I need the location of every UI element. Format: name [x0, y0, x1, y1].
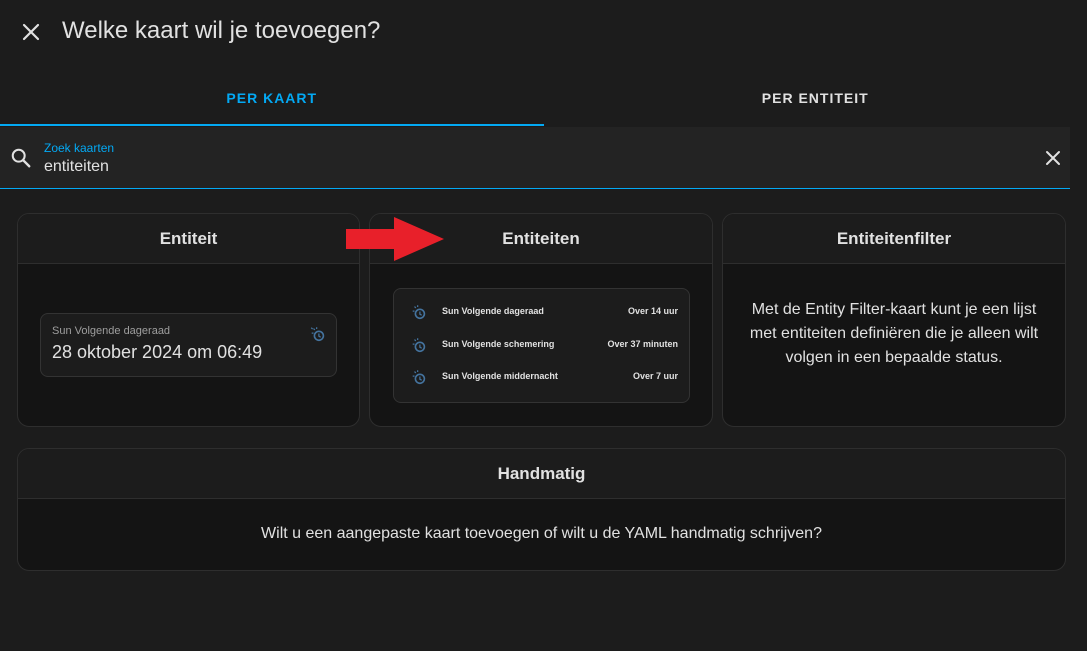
entity-name: Sun Volgende dageraad — [52, 325, 171, 337]
dialog-title: Welke kaart wil je toevoegen? — [62, 17, 381, 44]
entity-row: Sun Volgende middernacht Over 7 uur — [394, 365, 689, 389]
weather-sunset-icon — [310, 327, 325, 342]
weather-sunset-icon — [412, 305, 426, 320]
tab-per-card[interactable]: PER KAART — [0, 70, 544, 126]
red-arrow-icon — [346, 217, 444, 261]
clear-search-icon[interactable] — [1043, 148, 1063, 168]
entity-row-value: Over 14 uur — [627, 306, 678, 316]
entity-row-name: Sun Volgende dageraad — [442, 306, 544, 316]
tab-per-entity[interactable]: PER ENTITEIT — [544, 70, 1087, 126]
search-icon — [11, 148, 31, 168]
close-button[interactable] — [18, 19, 44, 45]
entities-preview-tile: Sun Volgende dageraad Over 14 uur Sun Vo… — [393, 288, 690, 403]
card-description: Met de Entity Filter-kaart kunt je een l… — [749, 301, 1039, 366]
search-label: Zoek kaarten — [44, 141, 115, 155]
card-entity[interactable]: Entiteit Sun Volgende dageraad 28 oktobe… — [17, 213, 360, 427]
dialog-header: Welke kaart wil je toevoegen? — [0, 0, 1087, 64]
entity-row-value: Over 37 minuten — [607, 339, 678, 349]
entity-row-value: Over 7 uur — [632, 371, 678, 381]
entity-row-name: Sun Volgende schemering — [442, 339, 555, 349]
entity-row: Sun Volgende dageraad Over 14 uur — [394, 300, 689, 324]
card-title: Handmatig — [18, 449, 1065, 499]
weather-sunset-icon — [412, 370, 426, 385]
card-manual[interactable]: Handmatig Wilt u een aangepaste kaart to… — [17, 448, 1066, 571]
card-entity-filter[interactable]: Entiteitenfilter Met de Entity Filter-ka… — [722, 213, 1066, 427]
close-icon — [22, 23, 40, 41]
card-title: Entiteit — [18, 214, 359, 264]
card-title: Entiteitenfilter — [723, 214, 1065, 264]
search-input[interactable] — [44, 156, 1024, 178]
search-field: Zoek kaarten — [0, 127, 1070, 189]
tab-bar: PER KAART PER ENTITEIT — [0, 70, 1087, 126]
entity-value: 28 oktober 2024 om 06:49 — [52, 342, 263, 362]
entity-row-name: Sun Volgende middernacht — [442, 371, 558, 381]
weather-sunset-icon — [412, 338, 426, 353]
card-description: Wilt u een aangepaste kaart toevoegen of… — [261, 525, 822, 542]
entity-preview-tile: Sun Volgende dageraad 28 oktober 2024 om… — [40, 313, 337, 377]
entity-row: Sun Volgende schemering Over 37 minuten — [394, 333, 689, 357]
